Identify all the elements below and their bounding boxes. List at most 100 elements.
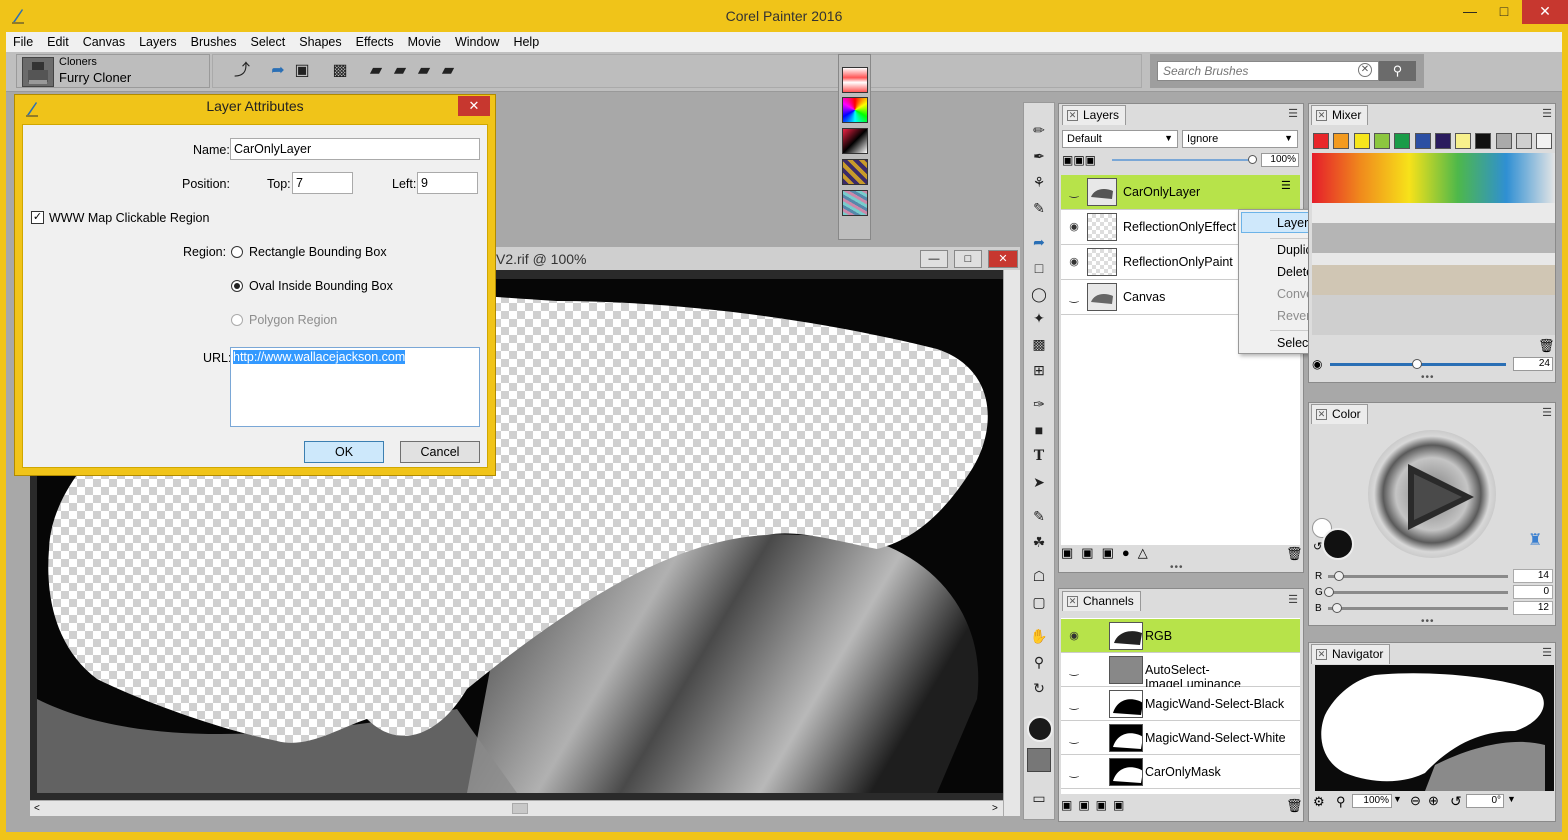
- opacity-slider-knob[interactable]: [1248, 155, 1257, 164]
- close-panel-icon[interactable]: ✕: [1316, 110, 1327, 121]
- cloner-brush-icon[interactable]: [22, 57, 54, 87]
- gradient-swatch[interactable]: [842, 97, 868, 123]
- menu-layers[interactable]: Layers: [132, 35, 184, 49]
- doc-close-button[interactable]: ✕: [988, 250, 1018, 268]
- pattern-swatch[interactable]: [842, 128, 868, 154]
- scroll-right-icon[interactable]: >: [992, 803, 998, 814]
- crop-tool-icon[interactable]: ⊞: [1029, 360, 1049, 380]
- www-map-checkbox[interactable]: ✓: [31, 211, 44, 224]
- menu-shapes[interactable]: Shapes: [292, 35, 348, 49]
- menu-select[interactable]: Select: [243, 35, 292, 49]
- paint-bucket-icon[interactable]: ⚘: [1029, 172, 1049, 192]
- nav-settings-icon[interactable]: ⚙: [1313, 794, 1325, 810]
- r-knob[interactable]: [1334, 571, 1344, 581]
- nozzle-swatch[interactable]: [842, 190, 868, 216]
- composite-method-dropdown[interactable]: Default ▼: [1062, 130, 1178, 148]
- eye-closed-icon[interactable]: ‿: [1065, 290, 1083, 304]
- channel-row[interactable]: ‿ MagicWand-Select-Black: [1061, 687, 1300, 721]
- mixer-size-knob[interactable]: [1412, 359, 1422, 369]
- menu-movie[interactable]: Movie: [401, 35, 448, 49]
- b-value[interactable]: 12: [1513, 601, 1553, 615]
- layer-adjuster-icon[interactable]: ➦: [1029, 232, 1049, 252]
- mixer-color-swatch[interactable]: [1333, 133, 1350, 149]
- r-value[interactable]: 14: [1513, 569, 1553, 583]
- minimize-button[interactable]: —: [1454, 0, 1486, 24]
- paper-selector-swatch[interactable]: [1027, 748, 1051, 772]
- zoom-out-icon[interactable]: ⊖: [1410, 793, 1421, 809]
- weave-swatch[interactable]: [842, 159, 868, 185]
- maximize-button[interactable]: □: [1488, 0, 1520, 24]
- mixer-size-input[interactable]: 24: [1513, 357, 1553, 371]
- panel-menu-icon[interactable]: ☰: [1286, 594, 1300, 606]
- mixer-pad[interactable]: [1312, 153, 1555, 335]
- left-field[interactable]: [417, 172, 478, 194]
- g-knob[interactable]: [1324, 587, 1334, 597]
- scroll-left-icon[interactable]: <: [34, 803, 40, 814]
- mixer-color-swatch[interactable]: [1394, 133, 1411, 149]
- close-panel-icon[interactable]: ✕: [1316, 409, 1327, 420]
- rubber-stamp-icon[interactable]: ☘: [1029, 532, 1049, 552]
- swap-colors-icon[interactable]: ↺: [1313, 540, 1322, 553]
- selection-adjuster-icon[interactable]: ▩: [1029, 334, 1049, 354]
- horizontal-scroll-thumb[interactable]: [512, 803, 528, 814]
- mixer-color-swatch[interactable]: [1434, 133, 1451, 149]
- transform-box-icon[interactable]: ▣: [292, 61, 312, 81]
- nav-rotation-input[interactable]: 0°: [1466, 794, 1504, 808]
- name-field[interactable]: [230, 138, 480, 160]
- align-left-icon[interactable]: ▰: [366, 61, 386, 81]
- eye-closed-icon[interactable]: ‿: [1065, 731, 1083, 745]
- menu-help[interactable]: Help: [506, 35, 546, 49]
- mixer-color-swatch[interactable]: [1373, 133, 1390, 149]
- menu-effects[interactable]: Effects: [349, 35, 401, 49]
- cancel-button[interactable]: Cancel: [400, 441, 480, 463]
- transform-hand-icon[interactable]: ⤴: [232, 61, 252, 81]
- channels-tab[interactable]: ✕ Channels: [1062, 591, 1141, 611]
- layer-transform-icon[interactable]: ▩: [330, 61, 350, 81]
- align-distribute-icon[interactable]: ▰: [438, 61, 458, 81]
- mixer-color-swatch[interactable]: [1475, 133, 1492, 149]
- dropper-tool-icon[interactable]: ✒: [1029, 146, 1049, 166]
- main-color-swatch[interactable]: [1027, 716, 1053, 742]
- vertical-scrollbar[interactable]: [1003, 270, 1020, 816]
- screen-mode-icon[interactable]: ▭: [1029, 788, 1049, 808]
- magic-wand-icon[interactable]: ✦: [1029, 308, 1049, 328]
- search-icon[interactable]: ⚲: [1379, 61, 1416, 81]
- channel-row[interactable]: ‿ MagicWand-Select-White: [1061, 721, 1300, 755]
- eraser-tool-icon[interactable]: ✎: [1029, 198, 1049, 218]
- chevron-down-icon[interactable]: ▼: [1393, 794, 1402, 804]
- channel-actions-bar[interactable]: ▣▣▣▣: [1061, 798, 1130, 812]
- top-field[interactable]: [292, 172, 353, 194]
- doc-minimize-button[interactable]: —: [920, 250, 948, 268]
- panel-menu-icon[interactable]: ☰: [1540, 407, 1554, 419]
- b-knob[interactable]: [1332, 603, 1342, 613]
- layers-tab[interactable]: ✕ Layers: [1062, 105, 1127, 125]
- eye-icon[interactable]: ◉: [1065, 220, 1083, 234]
- g-value[interactable]: 0: [1513, 585, 1553, 599]
- rectangle-radio[interactable]: [231, 246, 243, 258]
- brush-tool-icon[interactable]: ✏: [1029, 120, 1049, 140]
- panel-grip-icon[interactable]: •••: [1421, 616, 1435, 627]
- clear-search-icon[interactable]: ✕: [1358, 63, 1372, 77]
- doc-maximize-button[interactable]: □: [954, 250, 982, 268]
- color-tab[interactable]: ✕ Color: [1311, 404, 1368, 424]
- mixer-color-swatch[interactable]: [1516, 133, 1532, 149]
- layer-actions-bar[interactable]: ▣▣▣●△: [1061, 545, 1300, 563]
- move-tool-icon[interactable]: ➦: [268, 61, 288, 81]
- panel-menu-icon[interactable]: ☰: [1540, 647, 1554, 659]
- menu-brushes[interactable]: Brushes: [184, 35, 244, 49]
- rotate-page-icon[interactable]: ↻: [1029, 678, 1049, 698]
- rectangle-shape-icon[interactable]: ■: [1029, 420, 1049, 440]
- nav-zoom-input[interactable]: 100%: [1352, 794, 1392, 808]
- navigator-tab[interactable]: ✕ Navigator: [1311, 644, 1391, 664]
- mixer-color-swatch[interactable]: [1414, 133, 1431, 149]
- r-slider[interactable]: [1328, 575, 1508, 578]
- grabber-hand-icon[interactable]: ✋: [1029, 626, 1049, 646]
- rect-select-icon[interactable]: □: [1029, 258, 1049, 278]
- zoom-in-icon[interactable]: ⊕: [1428, 793, 1439, 809]
- delete-layer-icon[interactable]: 🗑: [1286, 546, 1303, 562]
- burn-tool-icon[interactable]: ▢: [1029, 592, 1049, 612]
- eye-icon[interactable]: ◉: [1065, 629, 1083, 643]
- align-center-icon[interactable]: ▰: [390, 61, 410, 81]
- horizontal-scrollbar[interactable]: < >: [30, 800, 1005, 816]
- eye-closed-icon[interactable]: ‿: [1065, 663, 1083, 677]
